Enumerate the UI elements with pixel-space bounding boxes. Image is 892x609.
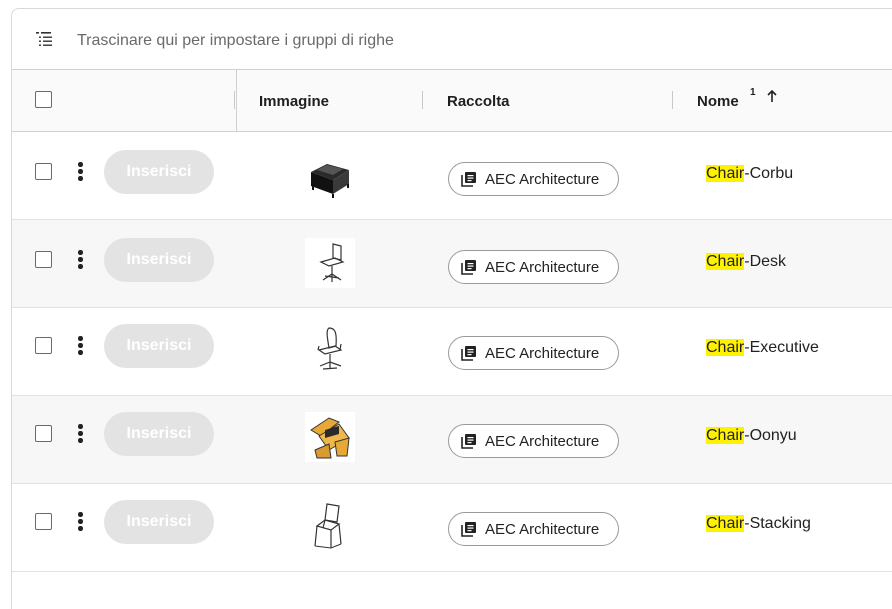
item-name-rest: -Stacking (744, 515, 811, 532)
more-options-icon[interactable] (78, 424, 84, 444)
insert-button[interactable]: Inserisci (104, 150, 214, 194)
search-highlight: Chair (706, 515, 745, 532)
sort-ascending-icon[interactable] (765, 88, 779, 104)
group-rows-icon (36, 32, 52, 46)
library-icon (461, 522, 476, 537)
collection-label: AEC Architecture (485, 170, 600, 188)
item-name-rest: -Desk (744, 253, 787, 270)
collection-label: AEC Architecture (485, 258, 600, 276)
chair-oonyu-thumbnail (305, 412, 355, 462)
insert-button[interactable]: Inserisci (104, 500, 214, 544)
row-group-placeholder: Trascinare qui per impostare i gruppi di… (77, 32, 394, 49)
chair-executive-thumbnail (317, 327, 343, 370)
table-row[interactable]: Inserisci AEC Architecture Chair-Corbu (12, 132, 892, 220)
collection-chip[interactable]: AEC Architecture (448, 162, 619, 196)
item-name-rest: -Executive (744, 339, 819, 356)
row-select-checkbox[interactable] (35, 425, 52, 442)
table-row[interactable]: Inserisci AEC Architecture Chair-Stackin… (12, 484, 892, 572)
table-row[interactable]: Inserisci AEC Architecture Chair-Desk (12, 220, 892, 308)
chair-desk-thumbnail (305, 238, 355, 288)
more-options-icon[interactable] (78, 512, 84, 532)
collection-chip[interactable]: AEC Architecture (448, 424, 619, 458)
row-select-checkbox[interactable] (35, 251, 52, 268)
library-icon (461, 172, 476, 187)
table-row[interactable]: Inserisci AEC Architecture Chair-Executi… (12, 308, 892, 396)
insert-button[interactable]: Inserisci (104, 412, 214, 456)
search-highlight: Chair (706, 427, 745, 444)
collection-chip[interactable]: AEC Architecture (448, 512, 619, 546)
data-grid: Trascinare qui per impostare i gruppi di… (11, 8, 892, 609)
library-icon (461, 346, 476, 361)
item-name[interactable]: Chair-Desk (706, 253, 786, 271)
more-options-icon[interactable] (78, 250, 84, 270)
item-name-rest: -Oonyu (744, 427, 797, 444)
sort-order-index: 1 (750, 87, 756, 98)
row-select-checkbox[interactable] (35, 513, 52, 530)
column-resize-handle[interactable] (422, 91, 423, 109)
collection-label: AEC Architecture (485, 344, 600, 362)
select-all-checkbox[interactable] (35, 91, 52, 108)
more-options-icon[interactable] (78, 162, 84, 182)
column-resize-handle[interactable] (672, 91, 673, 109)
pinned-column-divider (236, 70, 237, 131)
chair-corbu-thumbnail (311, 164, 349, 198)
column-header-collection[interactable]: Raccolta (447, 93, 510, 110)
collection-label: AEC Architecture (485, 432, 600, 450)
row-select-checkbox[interactable] (35, 163, 52, 180)
column-header-name[interactable]: Nome (697, 93, 739, 110)
column-header-image[interactable]: Immagine (259, 93, 329, 110)
column-separator[interactable] (234, 91, 235, 109)
collection-label: AEC Architecture (485, 520, 600, 538)
collection-chip[interactable]: AEC Architecture (448, 336, 619, 370)
chair-stacking-thumbnail (314, 503, 342, 549)
item-name[interactable]: Chair-Oonyu (706, 427, 797, 445)
item-name[interactable]: Chair-Executive (706, 339, 819, 357)
collection-chip[interactable]: AEC Architecture (448, 250, 619, 284)
more-options-icon[interactable] (78, 336, 84, 356)
search-highlight: Chair (706, 339, 745, 356)
row-select-checkbox[interactable] (35, 337, 52, 354)
search-highlight: Chair (706, 253, 745, 270)
row-group-panel[interactable]: Trascinare qui per impostare i gruppi di… (12, 9, 892, 70)
table-header: Immagine Raccolta Nome 1 (12, 70, 892, 132)
insert-button[interactable]: Inserisci (104, 324, 214, 368)
table-row[interactable]: Inserisci AEC Architecture Chair-Oonyu (12, 396, 892, 484)
item-name-rest: -Corbu (744, 165, 794, 182)
library-icon (461, 260, 476, 275)
item-name[interactable]: Chair-Corbu (706, 165, 793, 183)
item-name[interactable]: Chair-Stacking (706, 515, 811, 533)
library-icon (461, 434, 476, 449)
insert-button[interactable]: Inserisci (104, 238, 214, 282)
search-highlight: Chair (706, 165, 745, 182)
